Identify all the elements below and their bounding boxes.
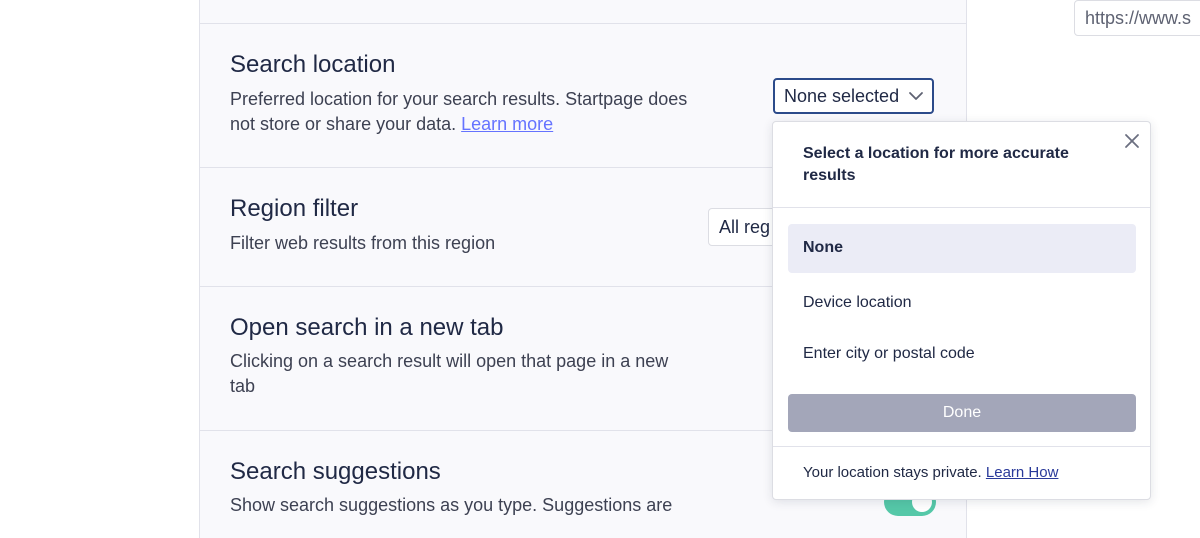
- url-bar[interactable]: https://www.s: [1074, 0, 1200, 36]
- setting-title: Search location: [230, 51, 396, 78]
- setting-title: Search suggestions: [230, 458, 441, 485]
- privacy-note: Your location stays private. Learn How: [803, 464, 1059, 481]
- select-value: None selected: [784, 86, 900, 106]
- divider: [773, 446, 1150, 447]
- learn-more-link[interactable]: Learn more: [461, 114, 553, 134]
- setting-description: Show search suggestions as you type. Sug…: [230, 495, 673, 515]
- close-icon[interactable]: [1123, 132, 1141, 150]
- setting-title: Region filter: [230, 195, 359, 222]
- chevron-down-icon: [909, 92, 923, 100]
- learn-how-link[interactable]: Learn How: [986, 464, 1059, 481]
- location-option-none[interactable]: None: [788, 224, 1136, 273]
- url-text: https://www.s: [1085, 8, 1192, 28]
- divider: [200, 23, 966, 24]
- setting-description: Clicking on a search result will open th…: [230, 351, 669, 396]
- select-value: All reg: [719, 217, 771, 237]
- location-option-city-postal[interactable]: Enter city or postal code: [788, 330, 1136, 379]
- divider: [773, 207, 1150, 208]
- location-option-device[interactable]: Device location: [788, 279, 1136, 328]
- location-popup: Select a location for more accurate resu…: [772, 121, 1151, 500]
- search-location-select[interactable]: None selected: [773, 78, 934, 114]
- setting-title: Open search in a new tab: [230, 314, 504, 341]
- setting-description: Preferred location for your search resul…: [230, 89, 688, 134]
- popup-heading: Select a location for more accurate resu…: [803, 145, 1069, 184]
- setting-description: Filter web results from this region: [230, 233, 496, 253]
- done-button[interactable]: Done: [788, 394, 1136, 432]
